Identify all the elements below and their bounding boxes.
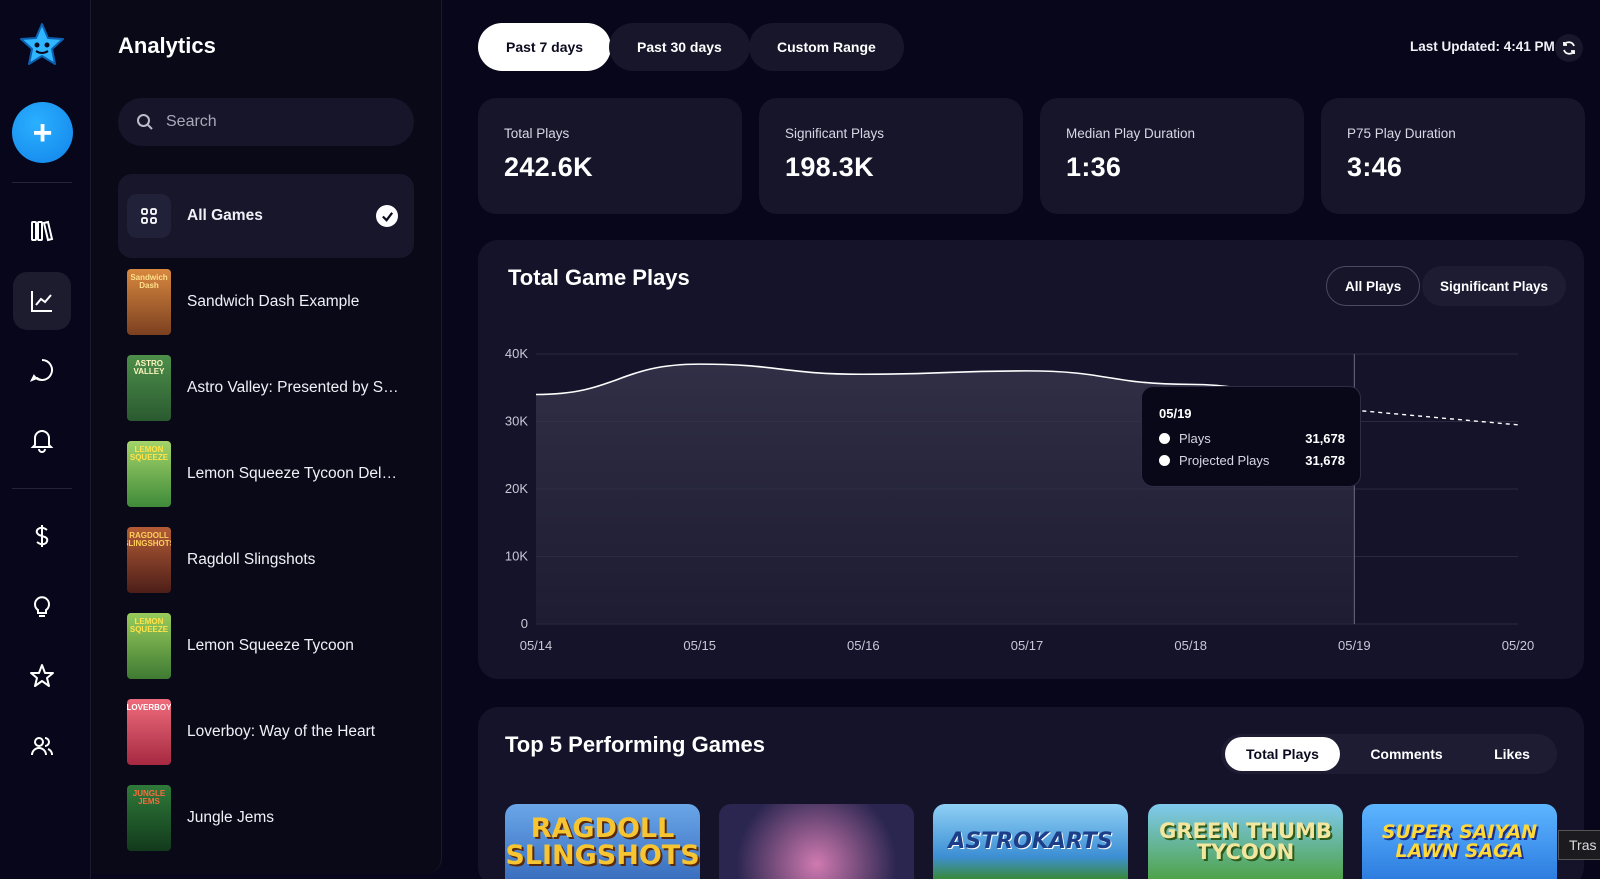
stat-value: 242.6K: [504, 152, 593, 182]
checkmark-icon: [376, 205, 398, 227]
rail-divider: [12, 488, 72, 489]
game-name: Sandwich Dash Example: [187, 293, 360, 310]
stat-card-total-plays: Total Plays 242.6K: [478, 98, 742, 214]
sidebar-item-game[interactable]: Sandwich Dash Sandwich Dash Example: [118, 260, 414, 344]
sidebar-item-game[interactable]: LEMON SQUEEZE Lemon Squeeze Tycoon: [118, 604, 414, 688]
game-name: Astro Valley: Presented by Se...: [187, 379, 401, 396]
tooltip-label: Plays: [1179, 431, 1211, 446]
search-input[interactable]: [166, 113, 396, 131]
add-button[interactable]: +: [12, 102, 73, 163]
star-logo-icon[interactable]: [18, 22, 66, 68]
game-thumbnail: Sandwich Dash: [127, 269, 171, 335]
y-tick-label: 20K: [505, 481, 528, 496]
tooltip-date: 05/19: [1159, 406, 1192, 421]
game-thumbnail: LEMON SQUEEZE: [127, 441, 171, 507]
game-name: All Games: [187, 207, 263, 224]
stat-card-significant-plays: Significant Plays 198.3K: [759, 98, 1023, 214]
range-custom-button[interactable]: Custom Range: [749, 23, 904, 71]
stat-label: Total Plays: [504, 126, 570, 141]
legend-dot: [1159, 455, 1170, 466]
all-plays-toggle[interactable]: All Plays: [1326, 266, 1421, 306]
top-game-card[interactable]: [719, 804, 914, 879]
tooltip-fragment: Tras: [1558, 830, 1600, 860]
top-games-title: Top 5 Performing Games: [505, 732, 765, 757]
top-games-tabs: Total Plays Comments Likes: [1221, 734, 1557, 774]
sidebar-item-game[interactable]: LEMON SQUEEZE Lemon Squeeze Tycoon Delu.…: [118, 432, 414, 516]
chart-tooltip: 05/19 Plays 31,678 Projected Plays 31,67…: [1141, 386, 1361, 487]
plays-chart: 0 10K 20K 30K 40K 05/14 05/15 05/16 05/17 05/18 05…: [505, 346, 1535, 653]
x-tick-label: 05/18: [1174, 638, 1207, 653]
search-icon: [137, 114, 153, 130]
sidebar-item-game[interactable]: ASTRO VALLEY Astro Valley: Presented by …: [118, 346, 414, 430]
chart-title: Total Game Plays: [508, 265, 690, 290]
stat-value: 198.3K: [785, 152, 874, 182]
y-tick-label: 30K: [505, 414, 528, 429]
game-thumbnail: RAGDOLL SLINGSHOTS: [127, 527, 171, 593]
sidebar-item-game[interactable]: RAGDOLL SLINGSHOTS Ragdoll Slingshots: [118, 518, 414, 602]
significant-plays-toggle[interactable]: Significant Plays: [1422, 266, 1567, 306]
refresh-icon[interactable]: [1555, 34, 1583, 62]
top-game-card[interactable]: ASTROKARTS: [933, 804, 1128, 879]
tooltip-value: 31,678: [1305, 431, 1345, 446]
projected-line: [1354, 409, 1519, 426]
game-name: Ragdoll Slingshots: [187, 551, 316, 568]
star-icon[interactable]: [13, 647, 71, 705]
x-tick-label: 05/15: [683, 638, 716, 653]
games-sidebar: Analytics All Games Sandwich Dash Sandwi…: [92, 0, 442, 874]
lightbulb-icon[interactable]: [13, 577, 71, 635]
tooltip-row-projected: Projected Plays 31,678: [1159, 453, 1345, 468]
stat-value: 1:36: [1066, 152, 1122, 182]
rail-divider: [12, 182, 72, 183]
sidebar-item-all-games[interactable]: All Games: [118, 174, 414, 258]
x-tick-label: 05/19: [1338, 638, 1371, 653]
search-box[interactable]: [118, 98, 414, 146]
bell-icon[interactable]: [13, 411, 71, 469]
game-name: Lemon Squeeze Tycoon: [187, 637, 354, 654]
sidebar-item-game[interactable]: LOVERBOY Loverboy: Way of the Heart: [118, 690, 414, 774]
tab-likes[interactable]: Likes: [1472, 737, 1552, 771]
y-tick-label: 0: [521, 616, 528, 631]
range-past-30-days-button[interactable]: Past 30 days: [609, 23, 750, 71]
tooltip-label: Projected Plays: [1179, 453, 1270, 468]
grid-icon: [127, 194, 171, 238]
top-game-card[interactable]: SUPER SAIYAN LAWN SAGA: [1362, 804, 1557, 879]
top-game-card[interactable]: RAGDOLL SLINGSHOTS: [505, 804, 700, 879]
tab-total-plays[interactable]: Total Plays: [1225, 737, 1340, 771]
game-name: Lemon Squeeze Tycoon Delu...: [187, 465, 401, 482]
x-tick-label: 05/16: [847, 638, 880, 653]
icon-rail: +: [0, 0, 91, 879]
analytics-icon[interactable]: [13, 272, 71, 330]
range-past-7-days-button[interactable]: Past 7 days: [478, 23, 612, 71]
stat-label: Median Play Duration: [1066, 126, 1196, 141]
game-name: Loverboy: Way of the Heart: [187, 723, 376, 740]
dollar-icon[interactable]: [13, 507, 71, 565]
x-tick-label: 05/20: [1502, 638, 1535, 653]
y-tick-label: 10K: [505, 549, 528, 564]
tab-comments[interactable]: Comments: [1349, 737, 1464, 771]
tooltip-value: 31,678: [1305, 453, 1345, 468]
top-game-card[interactable]: GREEN THUMB TYCOON: [1148, 804, 1343, 879]
last-updated-text: Last Updated: 4:41 PM: [1410, 39, 1555, 54]
game-name: Jungle Jems: [187, 809, 275, 826]
stat-value: 3:46: [1347, 152, 1403, 182]
sidebar-item-game[interactable]: JUNGLE JEMS Jungle Jems: [118, 776, 414, 860]
legend-dot: [1159, 433, 1170, 444]
chat-icon[interactable]: [13, 341, 71, 399]
game-thumbnail: JUNGLE JEMS: [127, 785, 171, 851]
stat-card-median-duration: Median Play Duration 1:36: [1040, 98, 1304, 214]
game-thumbnail: LEMON SQUEEZE: [127, 613, 171, 679]
game-thumbnail: ASTRO VALLEY: [127, 355, 171, 421]
stat-label: P75 Play Duration: [1347, 126, 1456, 141]
game-thumbnail: LOVERBOY: [127, 699, 171, 765]
stat-card-p75-duration: P75 Play Duration 3:46: [1321, 98, 1585, 214]
x-tick-label: 05/17: [1011, 638, 1044, 653]
users-icon[interactable]: [13, 717, 71, 775]
x-tick-label: 05/14: [520, 638, 553, 653]
library-icon[interactable]: [13, 202, 71, 260]
stat-label: Significant Plays: [785, 126, 885, 141]
tooltip-row-plays: Plays 31,678: [1159, 431, 1345, 446]
page-title: Analytics: [118, 33, 216, 58]
y-tick-label: 40K: [505, 346, 528, 361]
